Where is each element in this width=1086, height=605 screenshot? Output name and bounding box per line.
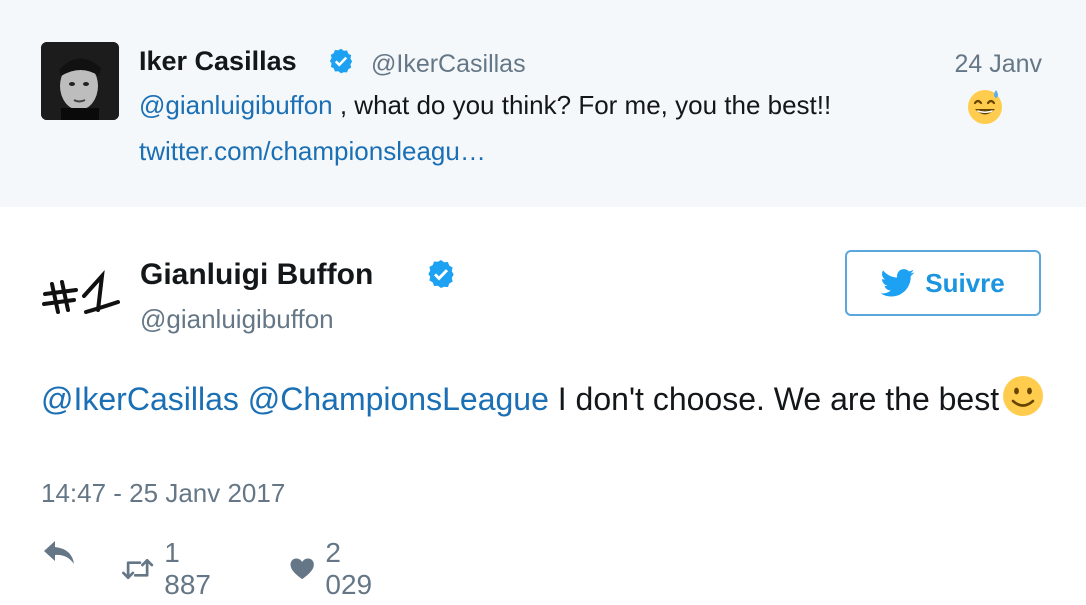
main-author-name[interactable]: Gianluigi Buffon (140, 258, 373, 292)
quoted-text-body: , what do you think? For me, you the bes… (332, 90, 832, 120)
like-button[interactable]: 2 029 (289, 537, 380, 601)
follow-button-label: Suivre (925, 267, 1005, 298)
twitter-bird-icon (881, 269, 915, 297)
quoted-tweet-date[interactable]: 24 Janv (954, 50, 1042, 79)
main-tweet-text: @IkerCasillas @ChampionsLeague I don't c… (41, 374, 1051, 423)
quoted-tweet-link[interactable]: twitter.com/championsleagu… (139, 136, 486, 167)
tweet-timestamp[interactable]: 14:47 - 25 Janv 2017 (41, 478, 285, 509)
sweat-smile-emoji-icon (968, 90, 1002, 124)
like-count: 2 029 (325, 537, 373, 600)
verified-badge-icon (428, 260, 454, 288)
main-author-handle[interactable]: @gianluigibuffon (140, 304, 334, 335)
retweet-count: 1 887 (164, 537, 211, 600)
gianluigi-buffon-avatar[interactable] (40, 262, 122, 322)
quoted-author-name[interactable]: Iker Casillas (139, 46, 297, 77)
quoted-tweet-text: @gianluigibuffon , what do you think? Fo… (139, 90, 831, 121)
iker-casillas-avatar[interactable] (41, 42, 119, 120)
quoted-author-handle[interactable]: @IkerCasillas (371, 50, 526, 79)
mention-link[interactable]: @IkerCasillas (41, 381, 239, 417)
main-text-body: I don't choose. We are the best (548, 381, 1000, 417)
reply-button[interactable] (41, 537, 77, 567)
verified-badge-icon (329, 48, 353, 74)
retweet-icon (122, 558, 154, 580)
mention-link[interactable]: @gianluigibuffon (139, 90, 333, 120)
follow-button[interactable]: Suivre (845, 250, 1041, 316)
heart-icon (290, 558, 314, 580)
reply-icon (44, 541, 74, 564)
retweet-button[interactable]: 1 887 (121, 537, 220, 601)
quoted-tweet[interactable]: Iker Casillas @IkerCasillas 24 Janv @gia… (0, 0, 1086, 207)
mention-link[interactable]: @ChampionsLeague (248, 381, 549, 417)
slightly-smiling-emoji-icon (1003, 376, 1044, 416)
